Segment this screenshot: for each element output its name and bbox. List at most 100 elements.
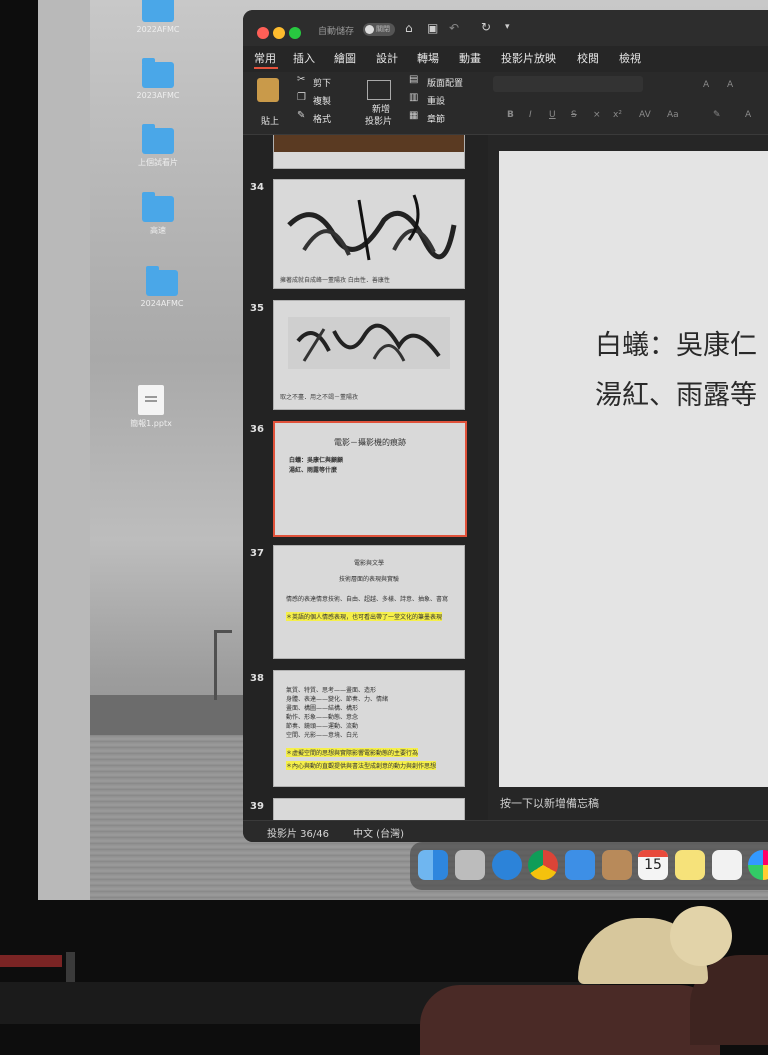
- underline-button[interactable]: U: [549, 110, 556, 120]
- title-bar: 自動儲存 關閉 ⌂ ▣ ↶ ↻ ▾: [243, 10, 768, 46]
- language-indicator[interactable]: 中文 (台灣): [353, 825, 404, 840]
- slide-thumbnail-35[interactable]: 取之不盡．用之不竭－董陽孜: [273, 300, 465, 410]
- reminders-icon[interactable]: [712, 850, 742, 880]
- slide-line: 身體、表達——變化、節奏、力、情緒: [286, 696, 389, 703]
- strikethrough-button[interactable]: S: [571, 110, 577, 120]
- new-slide-icon[interactable]: [367, 80, 391, 100]
- bold-button[interactable]: B: [507, 110, 514, 120]
- launchpad-icon[interactable]: [455, 850, 485, 880]
- slide-text-line-1[interactable]: 白蟻：吳康仁: [595, 323, 757, 362]
- copy-icon: ❐: [297, 92, 306, 103]
- chrome-icon[interactable]: [528, 850, 558, 880]
- superscript-icon[interactable]: x²: [613, 110, 622, 120]
- italic-button[interactable]: I: [529, 110, 532, 120]
- ribbon-tab-bar: 常用 插入 繪圖 設計 轉場 動畫 投影片放映 校閱 檢視: [243, 46, 768, 70]
- current-slide[interactable]: 白蟻：吳康仁 湯紅、雨露等: [499, 151, 768, 787]
- reset-icon: ▥: [409, 92, 419, 103]
- slide-thumbnail-39[interactable]: [273, 798, 465, 820]
- char-spacing-icon[interactable]: AV: [639, 110, 651, 120]
- calligraphy-image: [287, 194, 457, 261]
- finder-icon[interactable]: [418, 850, 448, 880]
- calendar-icon[interactable]: 15: [638, 850, 668, 880]
- tab-review[interactable]: 校閱: [577, 50, 599, 66]
- autosave-label: 自動儲存: [318, 27, 355, 37]
- slide-thumbnail-36-selected[interactable]: 電影－攝影機的痕跡 白蟻：吳康仁與顧顧 湯紅、雨露等什麼: [273, 421, 467, 537]
- format-painter-button[interactable]: 格式: [313, 112, 331, 125]
- paste-button[interactable]: 貼上: [261, 114, 279, 127]
- slide-highlight: ＊英語的個人情感表現，也可看出帶了一堂文化的筆墨表現: [286, 612, 443, 621]
- notes-placeholder[interactable]: 按一下以新增備忘稿: [500, 795, 599, 811]
- slide-thumbnail-34[interactable]: 擁著成就自成峰一董陽孜 白由性．善康性: [273, 179, 465, 289]
- desktop-icon-label: 2024AFMC: [140, 299, 184, 308]
- slide-thumbnail-33[interactable]: [273, 135, 465, 169]
- slide-text-line-2[interactable]: 湯紅、雨露等: [595, 373, 757, 412]
- audience-cap-top: [670, 906, 732, 966]
- document-icon: [138, 385, 164, 415]
- desktop-file-pptx[interactable]: 簡報1.pptx: [106, 385, 196, 429]
- slide-number: 36: [250, 424, 264, 435]
- decrease-font-icon[interactable]: A: [727, 80, 733, 90]
- font-name-dropdown[interactable]: [493, 76, 643, 92]
- slide-highlight: ＊虛擬空間的思想與實際影響電影動態的主要行為: [286, 748, 419, 757]
- slide-caption: 擁著成就自成峰一董陽孜 白由性．善康性: [280, 277, 390, 284]
- desktop-folder-2024afmc[interactable]: 2024AFMC: [117, 266, 207, 308]
- desktop-icon-label: 簡報1.pptx: [130, 419, 172, 428]
- slide-number: 38: [250, 673, 264, 684]
- change-case-icon[interactable]: Aa: [667, 110, 679, 120]
- section-button[interactable]: 章節: [427, 112, 445, 125]
- tab-home[interactable]: 常用: [254, 50, 276, 66]
- tab-transitions[interactable]: 轉場: [417, 50, 439, 66]
- increase-font-icon[interactable]: A: [703, 80, 709, 90]
- tab-animations[interactable]: 動畫: [459, 50, 481, 66]
- ribbon-toolbar: 貼上 ✂ 剪下 ❐ 複製 ✎ 格式 新增 投影片 ▤ 版面配置 ▥ 重設 ▦ 章…: [243, 72, 768, 135]
- layout-button[interactable]: 版面配置: [427, 76, 463, 89]
- redo-icon[interactable]: ↻: [481, 20, 491, 34]
- tab-draw[interactable]: 繪圖: [334, 50, 356, 66]
- slide-body: 情感的表達情意技術、自由、超越、多樣、詩意、抽象、書寫: [286, 596, 449, 603]
- slide-line: 節奏、鏡頭——運動、流動: [286, 723, 359, 730]
- new-slide-label-2[interactable]: 投影片: [365, 114, 392, 127]
- undo-icon[interactable]: ↶: [449, 21, 459, 35]
- desktop-icon-label: 2022AFMC: [136, 25, 180, 34]
- desktop-icon-label: 高速: [150, 226, 166, 235]
- folder-icon: [142, 124, 174, 154]
- slide-editor[interactable]: 白蟻：吳康仁 湯紅、雨露等 按一下以新增備忘稿: [488, 135, 768, 820]
- cut-button[interactable]: 剪下: [313, 76, 331, 89]
- desktop-folder-2023afmc[interactable]: 2023AFMC: [113, 58, 203, 100]
- save-icon[interactable]: ▣: [427, 21, 438, 35]
- contacts-icon[interactable]: [602, 850, 632, 880]
- slide-thumbnail-pane[interactable]: 34 擁著成就自成峰一董陽孜 白由性．善康性 35 取之不盡．用之不竭－董陽孜 …: [243, 135, 488, 820]
- tab-design[interactable]: 設計: [376, 50, 398, 66]
- home-icon[interactable]: ⌂: [405, 21, 413, 35]
- copy-button[interactable]: 複製: [313, 94, 331, 107]
- font-color-icon[interactable]: A: [745, 110, 751, 120]
- clear-format-icon[interactable]: ×: [593, 110, 601, 120]
- desktop-folder-2022afmc[interactable]: 2022AFMC: [113, 0, 203, 34]
- highlight-icon[interactable]: ✎: [713, 110, 721, 120]
- close-button[interactable]: [257, 27, 269, 39]
- folder-icon: [146, 266, 178, 296]
- reset-button[interactable]: 重設: [427, 94, 445, 107]
- slide-number: 35: [250, 303, 264, 314]
- minimize-button[interactable]: [273, 27, 285, 39]
- slide-line: 畫面、構圖——結構、構形: [286, 705, 359, 712]
- tab-slideshow[interactable]: 投影片放映: [501, 50, 556, 66]
- tab-view[interactable]: 檢視: [619, 50, 641, 66]
- zoom-button[interactable]: [289, 27, 301, 39]
- slide-title: 電影－攝影機的痕跡: [334, 438, 406, 447]
- photos-icon[interactable]: [748, 850, 768, 880]
- mail-icon[interactable]: [565, 850, 595, 880]
- tab-insert[interactable]: 插入: [293, 50, 315, 66]
- autosave-toggle[interactable]: 關閉: [363, 23, 395, 36]
- customize-toolbar-icon[interactable]: ▾: [505, 22, 510, 32]
- slide-thumbnail-38[interactable]: 氣質、特質、思考——畫面、造形 身體、表達——變化、節奏、力、情緒 畫面、構圖—…: [273, 670, 465, 787]
- desktop-folder-3[interactable]: 上個試看片: [113, 124, 203, 168]
- calligraphy-image: [274, 135, 464, 152]
- desktop-folder-4[interactable]: 高速: [113, 192, 203, 236]
- notes-icon[interactable]: [675, 850, 705, 880]
- paste-icon[interactable]: [257, 78, 279, 102]
- slide-thumbnail-37[interactable]: 電影與文學 技術層面的表現與實驗 情感的表達情意技術、自由、超越、多樣、詩意、抽…: [273, 545, 465, 659]
- safari-icon[interactable]: [492, 850, 522, 880]
- dock: 15: [410, 842, 768, 890]
- desktop-icon-label: 上個試看片: [138, 158, 178, 167]
